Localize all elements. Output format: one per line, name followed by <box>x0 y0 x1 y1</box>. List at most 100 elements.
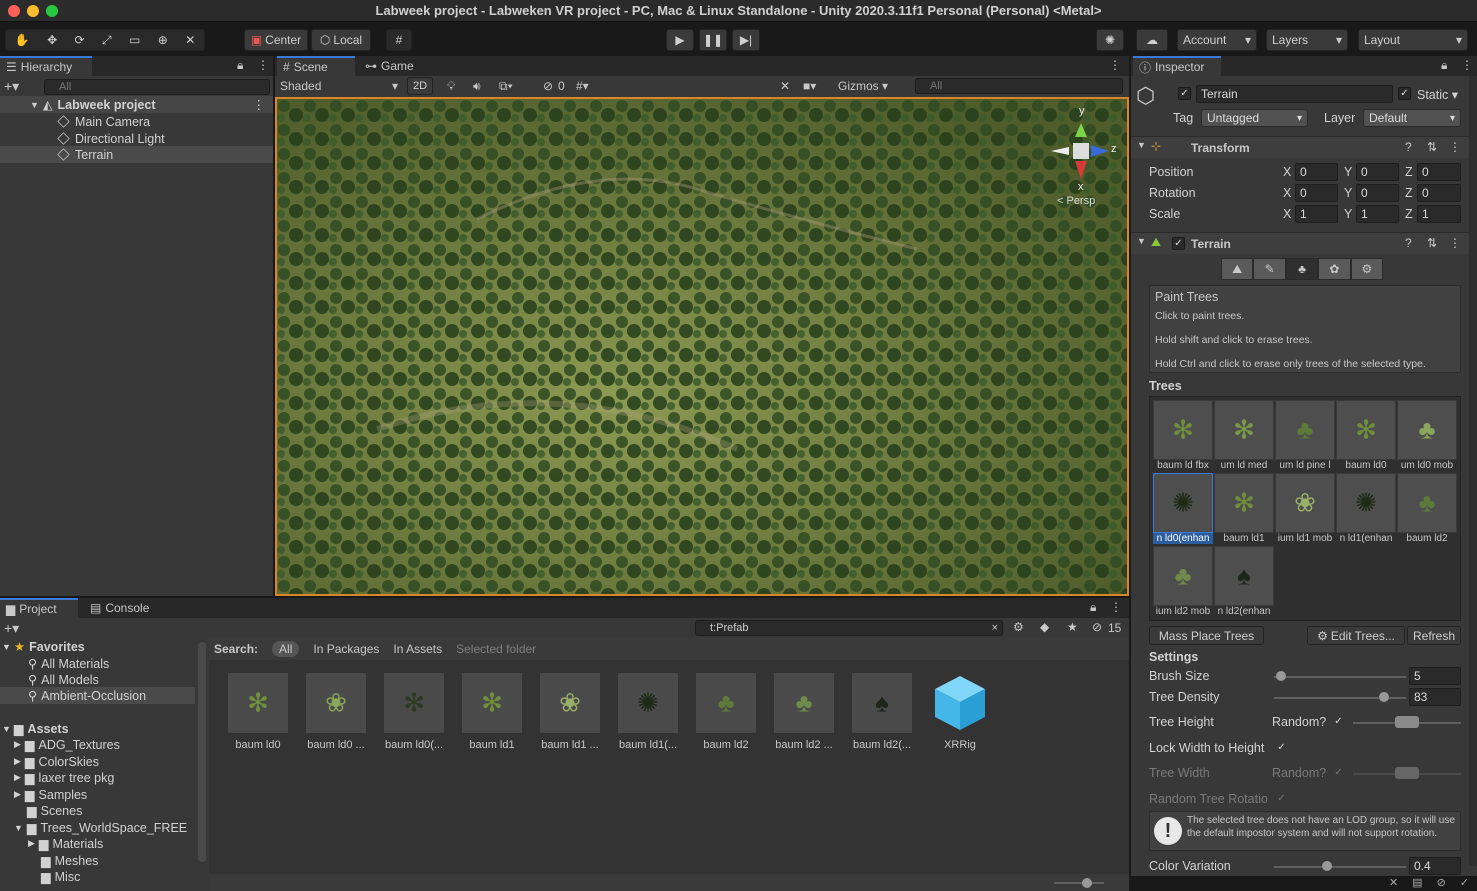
lock-icon[interactable]: 🔒︎ <box>1090 600 1096 615</box>
tree-prototype[interactable]: ♣ um ld0 mob <box>1397 400 1458 473</box>
scope-in-packages[interactable]: In Packages <box>313 642 379 656</box>
brush-size-slider[interactable] <box>1274 676 1406 678</box>
tree-prototype[interactable]: ✻ baum ld1 <box>1214 473 1275 546</box>
position-z-field[interactable]: 0 <box>1417 163 1461 181</box>
tools-icon[interactable]: ✕ <box>780 79 790 93</box>
asset-item[interactable]: ✻ baum ld0 <box>219 672 297 751</box>
favorites-header[interactable]: ▼ ★ Favorites <box>2 638 85 655</box>
grid-snap-button[interactable]: # <box>386 29 412 51</box>
thumbnail-size-slider[interactable] <box>1054 882 1104 884</box>
paint-details-icon[interactable]: ✿ <box>1318 258 1351 280</box>
more-icon[interactable]: ⋮ <box>1461 58 1473 72</box>
terrain-component-header[interactable]: ▼ ⛰︎ ✓ Terrain ? ⇅ ⋮ <box>1131 232 1477 254</box>
move-tool-icon[interactable]: ✥ <box>47 33 57 47</box>
transform-header[interactable]: ▼ ⊹ Transform ? ⇅ ⋮ <box>1131 136 1477 158</box>
folder-trees-worldspace[interactable]: ▼ ▆ Trees_WorldSpace_FREE <box>14 819 187 836</box>
tab-game[interactable]: ⊶ Game <box>359 56 429 76</box>
more-icon[interactable]: ⋮ <box>1449 140 1461 154</box>
favorite-all-models[interactable]: ⚲ All Models <box>28 671 99 688</box>
scale-y-field[interactable]: 1 <box>1356 205 1399 223</box>
tree-prototype[interactable]: ♣ baum ld2 <box>1397 473 1458 546</box>
terrain-enabled-checkbox[interactable]: ✓ <box>1172 237 1185 250</box>
collab-button[interactable]: ✺ <box>1096 29 1124 51</box>
cache-icon[interactable]: ▤ <box>1412 876 1422 891</box>
static-dropdown[interactable]: Static ▾ <box>1417 87 1458 102</box>
scale-tool-icon[interactable]: ⤢ <box>102 33 112 48</box>
tree-prototype[interactable]: ✺ n ld1(enhan <box>1336 473 1397 546</box>
scope-selected-folder[interactable]: Selected folder <box>456 642 536 656</box>
x-axis-cone[interactable] <box>1075 161 1087 179</box>
tab-scene[interactable]: # Scene <box>277 56 355 76</box>
shading-mode-dropdown[interactable]: Shaded ▾ <box>280 79 398 93</box>
folder-colorskies[interactable]: ▶ ▆ ColorSkies <box>14 753 99 770</box>
brush-size-field[interactable]: 5 <box>1409 667 1461 685</box>
folder-laxer-tree-pkg[interactable]: ▶ ▆ laxer tree pkg <box>14 769 114 786</box>
audio-icon[interactable]: 🔊︎ <box>473 79 481 94</box>
2d-toggle[interactable]: 2D <box>407 77 433 95</box>
tree-density-knob[interactable] <box>1378 692 1389 702</box>
lighting-progress-icon[interactable]: ⊘ <box>1437 876 1446 891</box>
y-axis-cone[interactable] <box>1075 123 1087 137</box>
rotation-x-field[interactable]: 0 <box>1295 184 1338 202</box>
folder-samples[interactable]: ▶ ▆ Samples <box>14 786 87 803</box>
asset-item[interactable]: ♠ baum ld2(... <box>843 672 921 751</box>
rotate-tool-icon[interactable]: ⟳ <box>75 33 85 47</box>
folder-materials[interactable]: ▶ ▆ Materials <box>28 835 103 852</box>
project-search-input[interactable]: t:Prefab × <box>695 620 1003 636</box>
static-checkbox[interactable]: ✓ <box>1398 87 1411 100</box>
tree-density-field[interactable]: 83 <box>1409 688 1461 706</box>
tag-dropdown[interactable]: Untagged <box>1201 109 1308 127</box>
more-icon[interactable]: ⋮ <box>253 97 266 112</box>
tab-project[interactable]: ▆ Project <box>0 598 78 618</box>
folder-scenes[interactable]: ▆ Scenes <box>27 802 82 819</box>
scene-root-row[interactable]: ▼ ◭ Labweek project ⋮ <box>0 96 273 113</box>
layers-dropdown[interactable]: Layers ▾ <box>1266 29 1348 51</box>
active-checkbox[interactable]: ✓ <box>1178 87 1191 100</box>
hidden-objects-icon[interactable]: ⊘ <box>543 79 553 93</box>
tree-prototype[interactable]: ♣ ium ld2 mob <box>1153 546 1214 619</box>
clear-search-icon[interactable]: × <box>992 622 998 634</box>
asset-item[interactable]: XRRig <box>921 672 999 751</box>
height-random-checkbox[interactable]: ✓ <box>1332 715 1345 728</box>
tree-prototype[interactable]: ❀ ium ld1 mob <box>1275 473 1336 546</box>
gizmos-dropdown[interactable]: Gizmos ▾ <box>838 79 888 93</box>
random-rotation-checkbox[interactable]: ✓ <box>1275 792 1288 805</box>
orientation-gizmo[interactable]: y z x < Persp <box>1047 105 1117 209</box>
pivot-center-button[interactable]: ▣ Center <box>244 29 308 51</box>
terrain-settings-icon[interactable]: ⚙ <box>1350 258 1384 280</box>
hand-tool-icon[interactable]: ✋ <box>15 33 30 47</box>
folder-adg-textures[interactable]: ▶ ▆ ADG_Textures <box>14 736 120 753</box>
layout-dropdown[interactable]: Layout ▾ <box>1358 29 1468 51</box>
assets-header[interactable]: ▼ ▆ Assets <box>2 720 69 737</box>
position-y-field[interactable]: 0 <box>1356 163 1399 181</box>
account-dropdown[interactable]: Account ▾ <box>1177 29 1257 51</box>
brush-size-knob[interactable] <box>1275 671 1286 681</box>
lock-width-checkbox[interactable]: ✓ <box>1275 741 1288 754</box>
hidden-packages-icon[interactable]: ⊘ <box>1092 620 1102 634</box>
effects-icon[interactable]: ⧉▾ <box>499 79 513 94</box>
favorite-star-icon[interactable]: ★ <box>1067 620 1078 634</box>
folder-misc[interactable]: ▆ Misc <box>41 868 80 885</box>
hierarchy-item-main-camera[interactable]: Main Camera <box>57 113 150 130</box>
tree-prototype[interactable]: ♣ um ld pine l <box>1275 400 1336 473</box>
thumbnail-size-knob[interactable] <box>1082 878 1092 888</box>
camera-icon[interactable]: ■▾ <box>803 79 816 93</box>
folder-tree-scrollbar[interactable] <box>198 642 206 862</box>
layer-dropdown[interactable]: Default <box>1363 109 1461 127</box>
scale-x-field[interactable]: 1 <box>1295 205 1338 223</box>
hierarchy-item-terrain[interactable]: Terrain <box>0 146 273 163</box>
asset-item[interactable]: ✻ baum ld1 <box>453 672 531 751</box>
custom-tool-icon[interactable]: ✕ <box>185 33 195 47</box>
grid-toggle-icon[interactable]: #▾ <box>576 79 589 93</box>
edit-trees-button[interactable]: ⚙ Edit Trees... <box>1307 626 1405 645</box>
tree-height-range-handle[interactable] <box>1395 716 1419 728</box>
tree-prototype[interactable]: ✻ baum ld fbx <box>1153 400 1214 473</box>
create-neighbor-icon[interactable]: ⛰︎ <box>1221 258 1254 280</box>
negative-x-cone[interactable] <box>1051 147 1069 155</box>
rotation-y-field[interactable]: 0 <box>1356 184 1399 202</box>
cloud-button[interactable]: ☁ <box>1136 29 1168 51</box>
check-icon[interactable]: ✓ <box>1460 876 1469 891</box>
play-button[interactable]: ▶ <box>666 29 694 51</box>
position-x-field[interactable]: 0 <box>1295 163 1338 181</box>
more-icon[interactable]: ⋮ <box>1109 58 1121 72</box>
